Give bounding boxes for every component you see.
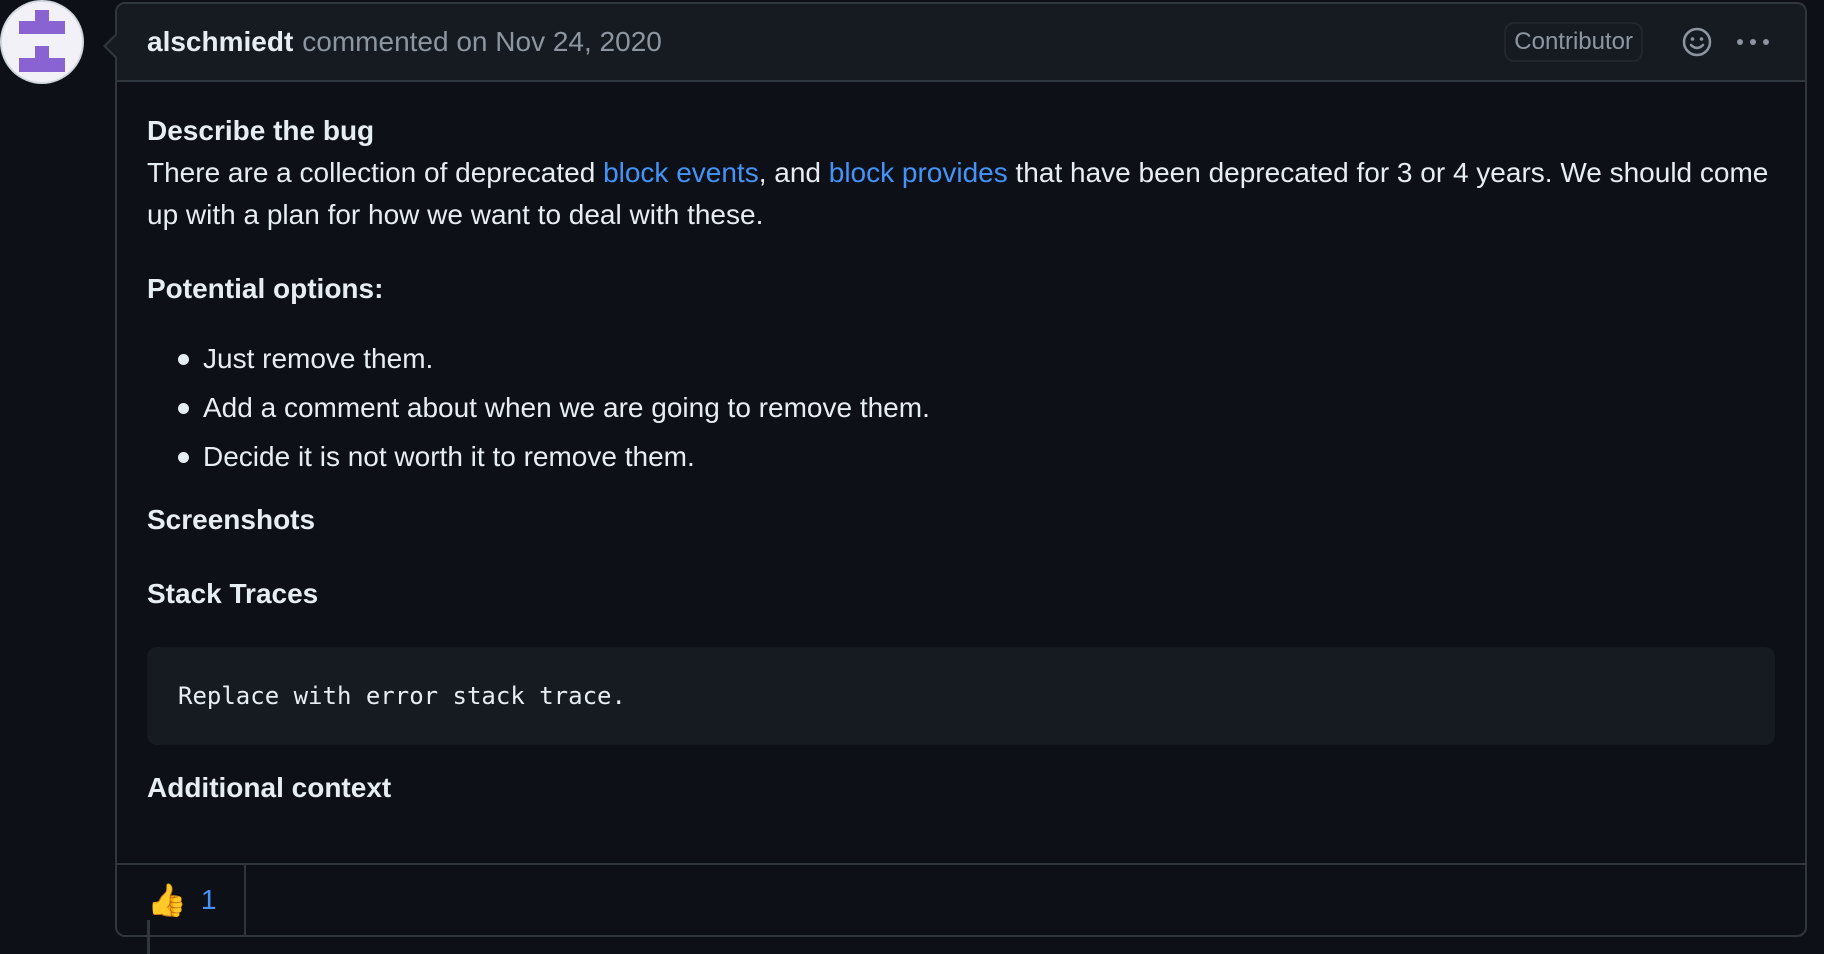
issue-comment: alschmiedt commented on Nov 24, 2020 Con…: [103, 2, 1807, 937]
timeline-connector: [147, 920, 150, 954]
reactions-bar: 👍 1: [117, 863, 1805, 935]
identicon-icon: [2, 2, 82, 82]
comment-options-button[interactable]: [1731, 20, 1775, 64]
comment-body: Describe the bug There are a collection …: [117, 82, 1805, 809]
heading-stack-traces: Stack Traces: [147, 578, 319, 609]
header-actions: Contributor: [1504, 20, 1775, 64]
block-events-link[interactable]: block events: [603, 157, 759, 188]
author-link[interactable]: alschmiedt: [147, 26, 293, 58]
kebab-horizontal-icon: [1737, 39, 1769, 45]
heading-screenshots: Screenshots: [147, 504, 316, 535]
bug-text-part: , and: [758, 157, 829, 188]
list-item: Decide it is not worth it to remove them…: [178, 436, 1775, 478]
add-reaction-button[interactable]: [1675, 20, 1719, 64]
author-avatar[interactable]: [2, 2, 82, 82]
list-item: Add a comment about when we are going to…: [178, 387, 1775, 429]
thumbs-up-reaction-button[interactable]: 👍 1: [117, 865, 247, 935]
thumbs-up-icon: 👍: [147, 882, 187, 918]
bug-text-part: There are a collection of deprecated: [147, 157, 604, 188]
code-text: Replace with error stack trace.: [178, 682, 626, 710]
options-list: Just remove them. Add a comment about wh…: [147, 338, 1775, 478]
comment-timestamp[interactable]: commented on Nov 24, 2020: [302, 26, 662, 58]
bug-description: There are a collection of deprecated blo…: [147, 152, 1775, 236]
issue-timeline: alschmiedt commented on Nov 24, 2020 Con…: [0, 0, 1824, 954]
heading-describe-bug: Describe the bug: [147, 115, 375, 146]
comment-header: alschmiedt commented on Nov 24, 2020 Con…: [117, 4, 1805, 82]
smiley-icon: [1682, 27, 1712, 57]
code-block: Replace with error stack trace.: [147, 647, 1775, 745]
comment-pointer: [103, 32, 118, 60]
heading-potential-options: Potential options:: [147, 273, 384, 304]
reaction-count: 1: [200, 884, 217, 915]
heading-additional-context: Additional context: [147, 772, 392, 803]
list-item: Just remove them.: [178, 338, 1775, 380]
block-provides-link[interactable]: block provides: [829, 157, 1008, 188]
contributor-badge: Contributor: [1504, 22, 1643, 62]
